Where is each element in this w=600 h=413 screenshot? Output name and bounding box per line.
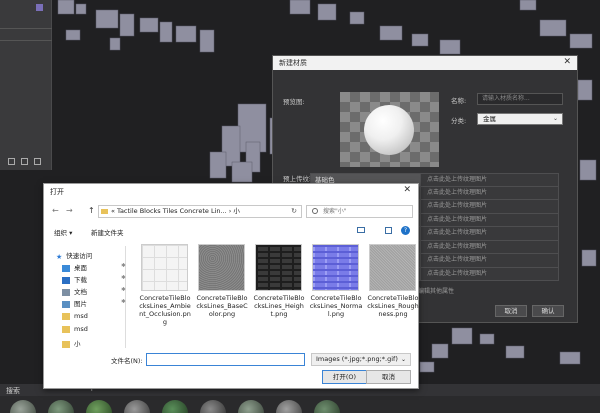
folder-icon bbox=[62, 312, 70, 320]
back-arrow-icon[interactable]: ← bbox=[52, 206, 59, 215]
preview-pane-icon[interactable] bbox=[385, 227, 392, 234]
filename-label: 文件名(N): bbox=[111, 357, 143, 365]
new-folder-button[interactable]: 新建文件夹 bbox=[91, 227, 124, 237]
file-item[interactable]: ConcreteTileBlocksLines_Roughness.png bbox=[366, 244, 420, 318]
sidebar-item[interactable]: msd bbox=[62, 312, 88, 320]
sidebar-item[interactable]: 小 bbox=[62, 338, 81, 348]
document-icon bbox=[62, 288, 70, 296]
folder-icon bbox=[62, 325, 70, 333]
file-search-input[interactable]: 搜索"小" bbox=[306, 205, 413, 218]
panel-swatch[interactable] bbox=[36, 4, 43, 11]
file-name: ConcreteTileBlocksLines_Height.png bbox=[253, 294, 305, 318]
file-item[interactable]: ConcreteTileBlocksLines_Height.png bbox=[252, 244, 306, 318]
material-name-input[interactable]: 请输入材质名称... bbox=[477, 93, 563, 105]
chevron-down-icon: ⌄ bbox=[400, 356, 406, 363]
name-label: 名称: bbox=[451, 97, 467, 105]
file-grid: ConcreteTileBlocksLines_Ambient_Occlusio… bbox=[138, 244, 419, 344]
upload-texture-link[interactable]: 点击此处上传纹理图片 bbox=[421, 186, 558, 199]
file-item[interactable]: ConcreteTileBlocksLines_BaseColor.png bbox=[195, 244, 249, 318]
sidebar-item[interactable]: 桌面 bbox=[62, 262, 87, 272]
sidebar-item-label: 桌面 bbox=[74, 264, 87, 272]
pin-icon[interactable]: ✱ bbox=[121, 263, 126, 269]
upload-texture-link[interactable]: 点击此处上传纹理图片 bbox=[421, 267, 558, 280]
upload-texture-link[interactable]: 点击此处上传纹理图片 bbox=[421, 174, 558, 186]
sidebar-item[interactable]: 下载 bbox=[62, 274, 87, 284]
pin-icon[interactable]: ✱ bbox=[121, 287, 126, 293]
pin-icon[interactable]: ✱ bbox=[121, 299, 126, 305]
file-thumbnail bbox=[255, 244, 302, 291]
search-icon bbox=[312, 208, 318, 214]
address-path: « Tactile Blocks Tiles Concrete Lin... ›… bbox=[111, 207, 240, 215]
close-icon[interactable]: ✕ bbox=[563, 57, 571, 67]
file-toolbar: 组织 ▾ 新建文件夹 ? bbox=[44, 225, 418, 238]
organize-button[interactable]: 组织 ▾ bbox=[54, 227, 72, 237]
sidebar-item[interactable]: ★ 快速访问 bbox=[56, 250, 93, 261]
cancel-button[interactable]: 取消 bbox=[366, 370, 411, 384]
sidebar-item[interactable]: 文档 bbox=[62, 286, 87, 296]
upload-texture-link[interactable]: 点击此处上传纹理图片 bbox=[421, 240, 558, 253]
folder-icon bbox=[62, 340, 70, 348]
file-thumbnail bbox=[369, 244, 416, 291]
upload-texture-link[interactable]: 点击此处上传纹理图片 bbox=[421, 227, 558, 240]
dialog-title: 新建材质 bbox=[273, 56, 577, 70]
file-thumbnail bbox=[141, 244, 188, 291]
confirm-button[interactable]: 确认 bbox=[532, 305, 564, 317]
view-options-icon[interactable] bbox=[357, 227, 365, 233]
file-thumbnail bbox=[198, 244, 245, 291]
preview-sphere bbox=[364, 105, 414, 155]
folder-icon[interactable] bbox=[21, 158, 28, 165]
material-preview bbox=[340, 92, 439, 167]
file-name: ConcreteTileBlocksLines_Ambient_Occlusio… bbox=[139, 294, 191, 326]
help-icon[interactable]: ? bbox=[401, 226, 410, 235]
delete-icon[interactable] bbox=[34, 158, 41, 165]
file-name: ConcreteTileBlocksLines_Normal.png bbox=[309, 294, 363, 318]
category-select[interactable]: 金属 ⌄ bbox=[477, 113, 563, 125]
sidebar-item[interactable]: 图片 bbox=[62, 298, 87, 308]
category-value: 金属 bbox=[483, 115, 496, 123]
close-icon[interactable]: ✕ bbox=[403, 185, 411, 195]
file-type-select[interactable]: Images (*.jpg;*.png;*.gif) ⌄ bbox=[311, 353, 411, 366]
desktop-icon bbox=[62, 264, 70, 272]
sidebar-item-label: 文档 bbox=[74, 288, 87, 296]
sidebar-item-label: 小 bbox=[74, 340, 81, 348]
dialog-title: 打开 bbox=[50, 188, 64, 196]
sidebar-item-label: msd bbox=[74, 325, 88, 333]
library-search-label[interactable]: 搜索 bbox=[6, 386, 20, 396]
file-name: ConcreteTileBlocksLines_Roughness.png bbox=[367, 294, 419, 318]
navigation-row: ← → ↑ « Tactile Blocks Tiles Concrete Li… bbox=[44, 203, 418, 219]
upload-texture-link[interactable]: 点击此处上传纹理图片 bbox=[421, 213, 558, 226]
up-arrow-icon[interactable]: ↑ bbox=[88, 206, 95, 215]
search-placeholder: 搜索"小" bbox=[323, 208, 347, 215]
navigation-sidebar: ★ 快速访问桌面 ✱ 下载 ✱ 文档 ✱ 图片 ✱ msd msd 小 bbox=[56, 246, 126, 348]
file-thumbnail bbox=[312, 244, 359, 291]
preview-label: 预览图: bbox=[283, 98, 305, 106]
pictures-icon bbox=[62, 300, 70, 308]
address-bar[interactable]: « Tactile Blocks Tiles Concrete Lin... ›… bbox=[98, 205, 302, 218]
sidebar-item-label: 下载 bbox=[74, 276, 87, 284]
chevron-down-icon: ⌄ bbox=[552, 115, 558, 122]
category-label: 分类: bbox=[451, 117, 467, 125]
file-item[interactable]: ConcreteTileBlocksLines_Normal.png bbox=[309, 244, 363, 318]
sidebar-item-label: msd bbox=[74, 312, 88, 320]
upload-texture-link[interactable]: 点击此处上传纹理图片 bbox=[421, 254, 558, 267]
sidebar-item-label: 快速访问 bbox=[66, 252, 93, 260]
file-type-value: Images (*.jpg;*.png;*.gif) bbox=[316, 355, 398, 363]
sidebar-item[interactable]: msd bbox=[62, 325, 88, 333]
open-button[interactable]: 打开(O) bbox=[322, 370, 367, 384]
open-file-dialog: 打开 ✕ ← → ↑ « Tactile Blocks Tiles Concre… bbox=[43, 183, 419, 389]
pin-icon[interactable]: ✱ bbox=[121, 275, 126, 281]
star-icon: ★ bbox=[56, 252, 63, 261]
add-icon[interactable] bbox=[8, 158, 15, 165]
download-icon bbox=[62, 276, 70, 284]
forward-arrow-icon[interactable]: → bbox=[66, 206, 73, 215]
folder-icon bbox=[101, 208, 108, 214]
file-item[interactable]: ConcreteTileBlocksLines_Ambient_Occlusio… bbox=[138, 244, 192, 326]
filename-input[interactable] bbox=[146, 353, 305, 366]
refresh-icon[interactable]: ↻ bbox=[291, 206, 297, 217]
cancel-button[interactable]: 取消 bbox=[495, 305, 527, 317]
upload-texture-link[interactable]: 点击此处上传纹理图片 bbox=[421, 200, 558, 213]
file-name: ConcreteTileBlocksLines_BaseColor.png bbox=[196, 294, 248, 318]
sidebar-item-label: 图片 bbox=[74, 300, 87, 308]
scene-panel bbox=[0, 0, 52, 170]
